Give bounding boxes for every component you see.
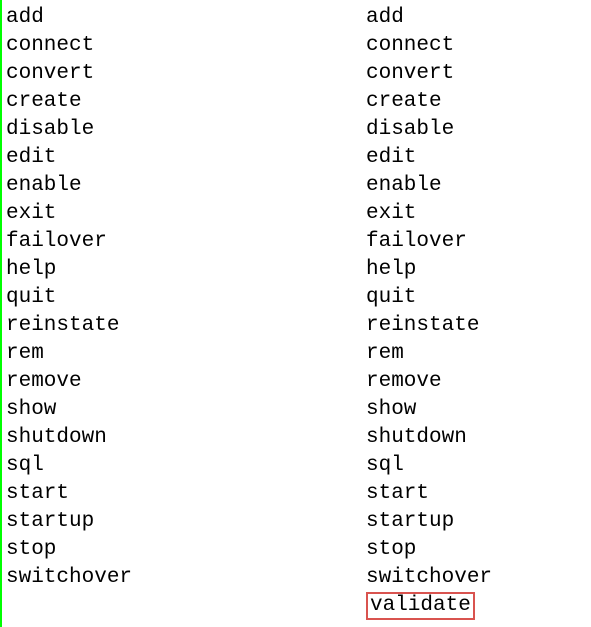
- command-item: quit: [366, 284, 591, 312]
- command-item: remove: [366, 368, 591, 396]
- command-item: add: [6, 4, 366, 32]
- command-item: reinstate: [6, 312, 366, 340]
- diff-added-border: [0, 0, 2, 627]
- command-item: connect: [366, 32, 591, 60]
- command-item: startup: [366, 508, 591, 536]
- command-item: help: [366, 256, 591, 284]
- command-list-left: add connect convert create disable edit …: [6, 0, 366, 627]
- command-item: stop: [366, 536, 591, 564]
- command-item: enable: [6, 172, 366, 200]
- command-item: exit: [6, 200, 366, 228]
- command-item: connect: [6, 32, 366, 60]
- command-item: exit: [366, 200, 591, 228]
- command-item: convert: [6, 60, 366, 88]
- command-item: sql: [366, 452, 591, 480]
- command-list-right: add connect convert create disable edit …: [366, 0, 591, 627]
- command-item: edit: [366, 144, 591, 172]
- command-item: disable: [6, 116, 366, 144]
- command-item: create: [6, 88, 366, 116]
- command-item: start: [366, 480, 591, 508]
- command-item: sql: [6, 452, 366, 480]
- command-item: remove: [6, 368, 366, 396]
- command-item: startup: [6, 508, 366, 536]
- command-item: reinstate: [366, 312, 591, 340]
- command-item: convert: [366, 60, 591, 88]
- command-item: add: [366, 4, 591, 32]
- command-item: quit: [6, 284, 366, 312]
- validate-command-highlight: validate: [366, 592, 475, 620]
- command-item: failover: [366, 228, 591, 256]
- command-item-highlighted: validate: [366, 592, 591, 620]
- command-item: edit: [6, 144, 366, 172]
- command-item: switchover: [366, 564, 591, 592]
- command-item: create: [366, 88, 591, 116]
- command-item: stop: [6, 536, 366, 564]
- command-item: show: [6, 396, 366, 424]
- command-item: enable: [366, 172, 591, 200]
- command-item: start: [6, 480, 366, 508]
- command-item: rem: [6, 340, 366, 368]
- command-item: failover: [6, 228, 366, 256]
- command-item: shutdown: [6, 424, 366, 452]
- command-item: show: [366, 396, 591, 424]
- command-item: shutdown: [366, 424, 591, 452]
- command-item: switchover: [6, 564, 366, 592]
- command-item: disable: [366, 116, 591, 144]
- command-item: help: [6, 256, 366, 284]
- command-item: rem: [366, 340, 591, 368]
